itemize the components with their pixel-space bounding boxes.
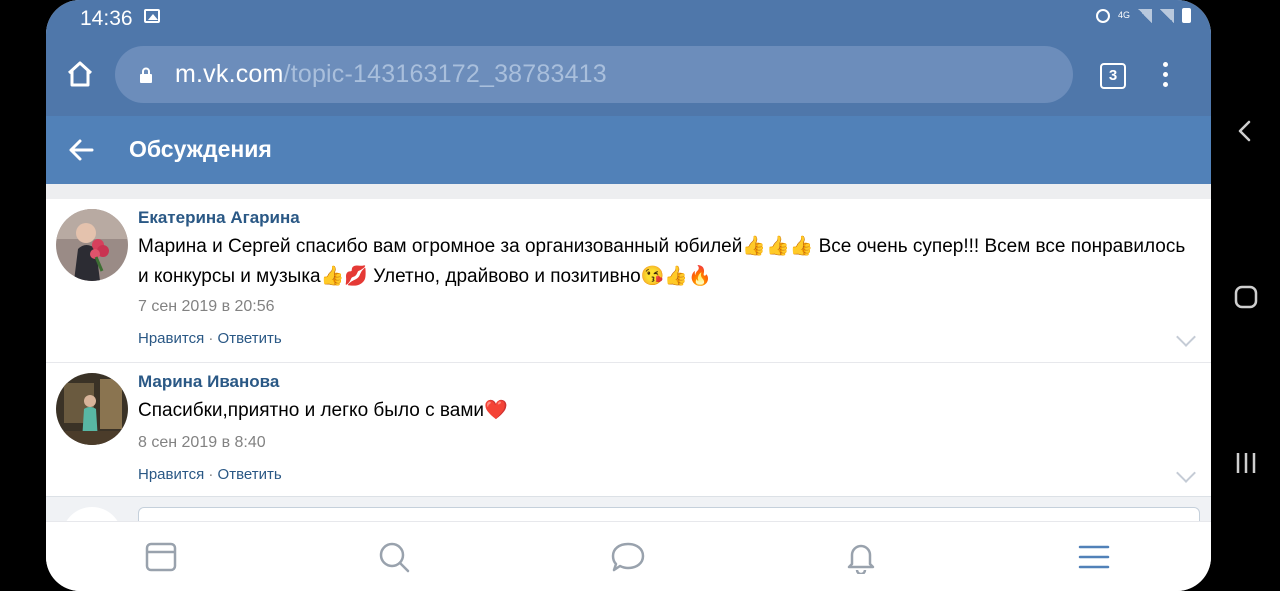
comment-date[interactable]: 8 сен 2019 в 8:40 bbox=[138, 434, 266, 452]
android-recents-icon[interactable] bbox=[1233, 450, 1259, 476]
phone-screen: 14:36 4G m.vk.com/topic-143163172_387834… bbox=[46, 0, 1211, 591]
comment-author[interactable]: Марина Иванова bbox=[138, 372, 279, 392]
reply-link[interactable]: Ответить bbox=[218, 466, 282, 483]
back-arrow-icon[interactable] bbox=[68, 138, 94, 162]
home-icon[interactable] bbox=[66, 60, 94, 88]
image-icon bbox=[144, 9, 160, 23]
comment-date[interactable]: 7 сен 2019 в 20:56 bbox=[138, 298, 275, 316]
comment-actions: Нравится · Ответить bbox=[138, 466, 282, 483]
network-type: 4G bbox=[1117, 10, 1130, 20]
chevron-down-icon[interactable] bbox=[1176, 327, 1196, 347]
menu-icon[interactable] bbox=[1077, 540, 1111, 574]
discussion-content: Екатерина Агарина Марина и Сергей спасиб… bbox=[46, 184, 1211, 567]
news-icon[interactable] bbox=[144, 540, 178, 574]
status-icons: 4G bbox=[1095, 8, 1191, 23]
actions-separator: · bbox=[204, 466, 218, 483]
comment-item: Марина Иванова Спасибки,приятно и легко … bbox=[46, 363, 1211, 500]
android-home-icon[interactable] bbox=[1233, 284, 1259, 310]
comment-item: Екатерина Агарина Марина и Сергей спасиб… bbox=[46, 199, 1211, 363]
url-text[interactable]: m.vk.com/topic-143163172_38783413 bbox=[175, 60, 607, 89]
reply-composer bbox=[46, 496, 1211, 567]
avatar[interactable] bbox=[56, 209, 128, 281]
url-host: m.vk.com bbox=[175, 60, 284, 88]
search-icon[interactable] bbox=[377, 540, 411, 574]
reply-link[interactable]: Ответить bbox=[218, 330, 282, 347]
comment-actions: Нравится · Ответить bbox=[138, 330, 282, 347]
status-time: 14:36 bbox=[80, 7, 133, 30]
comment-author[interactable]: Екатерина Агарина bbox=[138, 208, 300, 228]
url-path: /topic-143163172_38783413 bbox=[283, 60, 607, 88]
comment-list: Екатерина Агарина Марина и Сергей спасиб… bbox=[46, 199, 1211, 500]
lock-icon bbox=[140, 67, 152, 83]
avatar[interactable] bbox=[56, 373, 128, 445]
battery-icon bbox=[1182, 8, 1191, 23]
more-options-icon[interactable] bbox=[1163, 62, 1169, 88]
actions-separator: · bbox=[204, 330, 218, 347]
comment-text-line: Спасибки,приятно и легко было с вами❤️ bbox=[138, 400, 508, 421]
browser-toolbar: m.vk.com/topic-143163172_38783413 3 bbox=[46, 34, 1211, 116]
signal-icon bbox=[1138, 8, 1152, 23]
page-header: Обсуждения bbox=[46, 116, 1211, 184]
alarm-icon bbox=[1095, 8, 1110, 23]
comment-text-line: Марина и Сергей спасибо вам огромное за … bbox=[138, 236, 1186, 257]
like-link[interactable]: Нравится bbox=[138, 330, 204, 347]
tabs-button[interactable]: 3 bbox=[1100, 63, 1126, 89]
android-navigation-bar bbox=[1211, 0, 1280, 591]
android-back-icon[interactable] bbox=[1233, 118, 1259, 144]
notifications-icon[interactable] bbox=[844, 540, 878, 574]
address-bar[interactable]: m.vk.com/topic-143163172_38783413 bbox=[115, 46, 1073, 103]
comment-text: Марина и Сергей спасибо вам огромное за … bbox=[138, 232, 1198, 292]
page-title: Обсуждения bbox=[129, 136, 272, 162]
status-bar: 14:36 4G bbox=[46, 0, 1211, 34]
comment-text: Спасибки,приятно и легко было с вами❤️ bbox=[138, 396, 1198, 426]
messages-icon[interactable] bbox=[611, 540, 645, 574]
comment-text-line: и конкурсы и музыка👍💋 Улетно, драйвово и… bbox=[138, 266, 712, 287]
like-link[interactable]: Нравится bbox=[138, 466, 204, 483]
signal-icon bbox=[1160, 8, 1174, 23]
chevron-down-icon[interactable] bbox=[1176, 463, 1196, 483]
bottom-navigation bbox=[46, 521, 1211, 591]
